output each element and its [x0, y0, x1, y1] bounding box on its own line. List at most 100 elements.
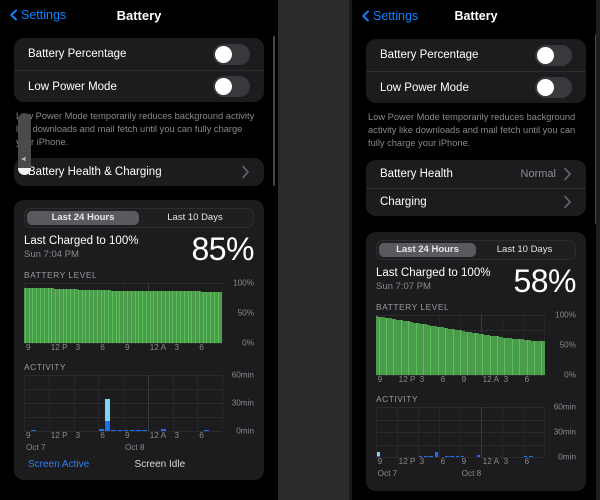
- left-scrollbar[interactable]: [273, 36, 275, 186]
- segment-last-10-days[interactable]: Last 10 Days: [476, 243, 573, 257]
- right-health-card: Battery Health Normal Charging: [366, 159, 586, 216]
- left-toggles-card: Battery Percentage Low Power Mode: [14, 38, 264, 102]
- activity-bar: [105, 375, 110, 432]
- right-phone-panel: Settings Battery Battery Percentage Low …: [352, 0, 600, 500]
- row-battery-percentage[interactable]: Battery Percentage: [14, 38, 264, 70]
- last-charged-time: Sun 7:04 PM: [24, 248, 79, 260]
- activity-bar: [56, 375, 61, 431]
- activity-bar: [37, 375, 42, 431]
- left-health-card: Battery Health & Charging: [14, 157, 264, 186]
- x-axis-tick: 6: [524, 375, 530, 385]
- x-axis-tick: 9: [124, 431, 130, 441]
- row-battery-health-and-charging[interactable]: Battery Health & Charging: [14, 158, 264, 186]
- x-axis-tick: 12 A: [149, 431, 167, 441]
- y-axis-tick: 100%: [555, 310, 576, 320]
- x-axis-tick: 9: [377, 375, 383, 385]
- row-low-power-mode[interactable]: Low Power Mode: [366, 71, 586, 103]
- activity-bar: [62, 375, 67, 431]
- chart-y-axis: 60min 30min 0min: [222, 371, 254, 436]
- screen-idle-segment: [105, 398, 110, 422]
- left-activity-chart: 60min 30min 0min: [24, 371, 254, 436]
- activity-section-label: ACTIVITY: [24, 362, 67, 373]
- activity-bar: [142, 375, 147, 432]
- day-label: Oct 7: [377, 469, 398, 479]
- x-axis-tick: 6: [440, 375, 446, 385]
- activity-bar: [408, 407, 412, 457]
- y-axis-tick: 100%: [233, 278, 254, 288]
- last-charged-time: Sun 7:07 PM: [376, 280, 431, 292]
- chart-x-axis: 9 12 P 3 6 9 12 A 3 6: [24, 343, 222, 355]
- activity-bar: [136, 375, 141, 432]
- activity-bar: [455, 407, 460, 458]
- activity-bar: [376, 407, 381, 458]
- activity-bar: [173, 375, 178, 431]
- activity-bar: [186, 375, 191, 431]
- x-axis-tick: 12 A: [482, 457, 500, 467]
- battery-percent-value: 85%: [191, 230, 254, 267]
- activity-bar: [503, 407, 507, 457]
- x-axis-tick: 3: [419, 457, 425, 467]
- activity-bar: [460, 407, 465, 458]
- volume-hud-fill: [18, 167, 31, 175]
- y-axis-tick: 50%: [237, 308, 254, 318]
- activity-bar: [519, 407, 523, 457]
- legend-screen-idle[interactable]: Screen Idle: [135, 459, 186, 470]
- x-axis-tick: 12 A: [149, 343, 167, 353]
- x-axis-tick: 9: [461, 375, 467, 385]
- toggle-knob: [215, 45, 232, 63]
- activity-bar: [179, 375, 184, 431]
- y-axis-tick: 60min: [553, 402, 576, 412]
- activity-bar: [523, 407, 528, 458]
- activity-bar: [204, 375, 209, 432]
- activity-bar: [498, 407, 502, 457]
- segment-last-24-hours[interactable]: Last 24 Hours: [27, 210, 139, 225]
- x-axis-tick: 3: [174, 343, 180, 353]
- activity-bar: [471, 407, 475, 457]
- chart-day-axis: Oct 7 Oct 8: [376, 469, 544, 481]
- battery-level-bars: [376, 315, 545, 376]
- x-axis-tick: 3: [503, 457, 509, 467]
- row-low-power-mode[interactable]: Low Power Mode: [14, 70, 264, 102]
- row-charging[interactable]: Charging: [366, 187, 586, 216]
- y-axis-tick: 50%: [559, 340, 576, 350]
- row-battery-health[interactable]: Battery Health Normal: [366, 160, 586, 188]
- back-button-settings[interactable]: Settings: [0, 8, 66, 22]
- row-label: Charging: [380, 196, 427, 209]
- battery-percentage-toggle[interactable]: [535, 44, 572, 66]
- activity-bar: [450, 407, 454, 458]
- battery-percentage-toggle[interactable]: [213, 43, 250, 65]
- activity-bar: [418, 407, 423, 458]
- activity-bar: [87, 375, 92, 431]
- activity-bar: [540, 407, 544, 457]
- battery-percent-value: 58%: [513, 262, 576, 299]
- segment-last-24-hours[interactable]: Last 24 Hours: [379, 242, 476, 257]
- x-axis-tick: 6: [199, 343, 204, 353]
- x-axis-tick: 3: [174, 431, 180, 441]
- activity-bar: [50, 375, 55, 431]
- left-phone-panel: Settings Battery Battery Percentage Low …: [0, 0, 278, 500]
- activity-bar: [487, 407, 491, 457]
- row-battery-percentage[interactable]: Battery Percentage: [366, 39, 586, 71]
- right-time-range-segmented-control[interactable]: Last 24 Hours Last 10 Days: [376, 239, 576, 260]
- legend-screen-active[interactable]: Screen Active: [28, 459, 135, 470]
- chart-day-axis: Oct 7 Oct 8: [24, 443, 222, 455]
- chevron-right-icon: [242, 165, 249, 178]
- x-axis-tick: 12 P: [398, 375, 416, 385]
- left-charge-summary: Last Charged to 100% Sun 7:04 PM 85%: [24, 230, 254, 267]
- segment-last-10-days[interactable]: Last 10 Days: [139, 211, 251, 225]
- activity-bar: [403, 407, 407, 457]
- left-time-range-segmented-control[interactable]: Last 24 Hours Last 10 Days: [24, 207, 254, 228]
- activity-bar: [210, 375, 215, 431]
- low-power-mode-toggle[interactable]: [213, 76, 250, 97]
- activity-bar: [80, 375, 85, 431]
- last-charged-title: Last Charged to 100%: [24, 234, 139, 247]
- speaker-icon: [21, 156, 25, 162]
- activity-bar: [529, 407, 533, 458]
- right-navbar: Settings Battery: [352, 0, 600, 32]
- volume-hud[interactable]: [18, 113, 31, 175]
- activity-bar: [149, 375, 154, 431]
- activity-bar: [68, 375, 73, 431]
- chevron-left-icon: [10, 9, 17, 21]
- low-power-mode-toggle[interactable]: [535, 77, 572, 98]
- back-button-settings[interactable]: Settings: [352, 9, 418, 23]
